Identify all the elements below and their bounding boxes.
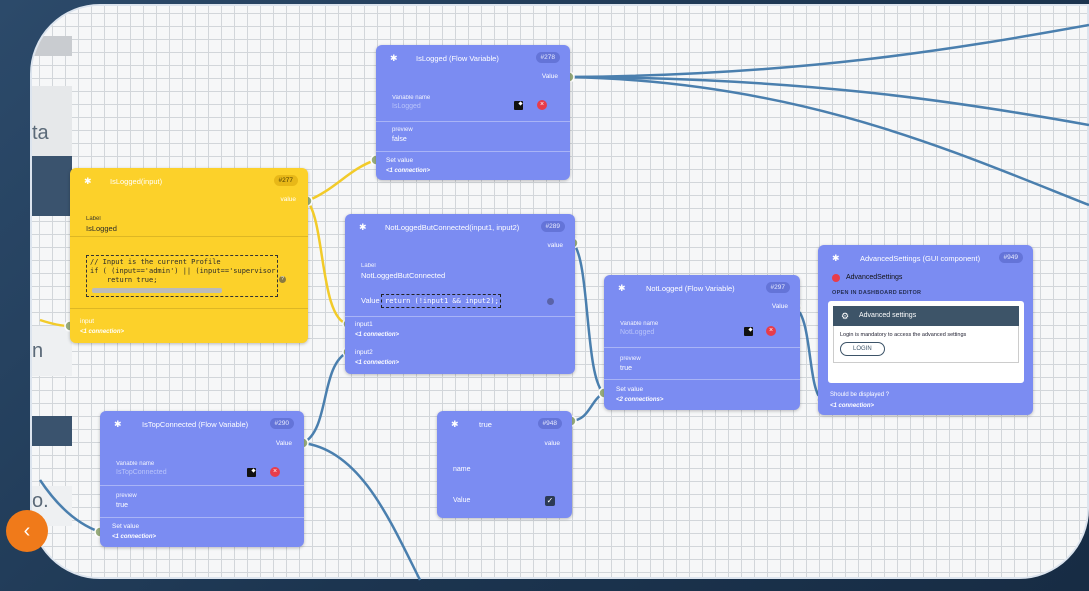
input-port-label: Set value: [112, 523, 140, 530]
preview-label: preview: [116, 493, 137, 499]
checkbox-checked-icon[interactable]: ✓: [545, 496, 555, 506]
background-text-fragment: n: [32, 340, 44, 362]
node-title: NotLoggedButConnected(input1, input2): [385, 223, 520, 232]
horizontal-scrollbar[interactable]: [92, 288, 222, 293]
edit-icon[interactable]: [514, 101, 523, 110]
node-id-badge: #290: [269, 418, 294, 429]
node-istopconnected-flow-variable[interactable]: ✱ IsTopConnected (Flow Variable) #290 Va…: [100, 411, 304, 547]
output-port-label: value: [544, 440, 560, 447]
output-port-label: value: [280, 196, 296, 203]
input2-port-label: input2: [355, 349, 373, 356]
node-title: AdvancedSettings (GUI component): [860, 254, 981, 263]
node-title: IsLogged(input): [110, 177, 163, 186]
background-text-fragment: ta: [32, 122, 49, 144]
help-icon[interactable]: ?: [279, 276, 286, 283]
label-label: Label: [361, 263, 376, 269]
node-notlogged-flow-variable[interactable]: ✱ NotLogged (Flow Variable) #297 Value V…: [604, 275, 800, 410]
preview-label: preview: [392, 127, 413, 133]
close-icon[interactable]: ×: [270, 467, 280, 477]
gear-icon: ✱: [359, 222, 367, 232]
node-notloggedbutconnected-script[interactable]: ✱ NotLoggedButConnected(input1, input2) …: [345, 214, 575, 374]
value-label: Value: [453, 497, 471, 504]
gear-icon: ✱: [451, 419, 459, 429]
preview-value: false: [392, 136, 407, 143]
input-port-label: Should be displayed ?: [830, 392, 890, 398]
help-icon[interactable]: [547, 298, 554, 305]
variable-name-label: Variable name: [116, 461, 155, 467]
gear-icon: ✱: [832, 253, 840, 263]
label-value: IsLogged: [86, 224, 117, 233]
login-button[interactable]: LOGIN: [840, 342, 885, 356]
name-label: name: [453, 466, 471, 473]
preview-label: preview: [620, 356, 641, 362]
preview-value: true: [116, 502, 129, 509]
input1-port-label: input1: [355, 321, 373, 328]
node-islogged-input-script[interactable]: ✱ IsLogged(input) #277 value Label IsLog…: [70, 168, 308, 343]
node-id-badge: #949: [998, 252, 1023, 263]
node-title: IsTopConnected (Flow Variable): [142, 420, 249, 429]
node-advancedsettings-gui-component[interactable]: ✱ AdvancedSettings (GUI component) #949 …: [818, 245, 1033, 415]
node-title: NotLogged (Flow Variable): [646, 284, 735, 293]
gear-icon: ✱: [84, 176, 92, 186]
component-name: AdvancedSettings: [846, 274, 903, 281]
input-port-label: Set value: [386, 157, 414, 164]
output-port-label: Value: [541, 73, 558, 80]
node-id-badge: #289: [540, 221, 565, 232]
node-id-badge: #297: [765, 282, 790, 293]
connection-count: <1 connection>: [386, 168, 431, 174]
variable-name-label: Variable name: [620, 321, 659, 327]
background-app-panel: ta n o.: [32, 36, 72, 577]
node-true-constant[interactable]: ✱ true #948 value name Value ✓: [437, 411, 572, 518]
variable-name-field[interactable]: IsLogged: [392, 103, 421, 110]
node-title: true: [479, 420, 492, 429]
gear-icon: ✱: [114, 419, 122, 429]
card-title: Advanced settings: [859, 312, 917, 319]
node-id-badge: #948: [537, 418, 562, 429]
node-islogged-flow-variable[interactable]: ✱ IsLogged (Flow Variable) #278 Value Va…: [376, 45, 570, 180]
code-editor[interactable]: return (!input1 && input2);: [381, 294, 501, 308]
output-port-label: value: [547, 242, 563, 249]
chevron-left-icon[interactable]: ‹: [6, 510, 48, 552]
connection-count: <1 connection>: [355, 360, 400, 366]
background-text-fragment: o.: [32, 490, 49, 512]
label-value: NotLoggedButConnected: [361, 271, 446, 280]
output-port-label: Value: [275, 440, 292, 447]
gear-icon: ✱: [390, 53, 398, 63]
connection-count: <1 connection>: [355, 332, 400, 338]
open-in-dashboard-editor-link[interactable]: OPEN IN DASHBOARD EDITOR: [832, 290, 921, 296]
connection-count: <1 connection>: [112, 534, 157, 540]
variable-name-label: Variable name: [392, 95, 431, 101]
variable-name-field[interactable]: IsTopConnected: [116, 469, 167, 476]
node-id-badge: #278: [535, 52, 560, 63]
variable-name-field[interactable]: NotLogged: [620, 329, 654, 336]
node-title: IsLogged (Flow Variable): [416, 54, 499, 63]
close-icon[interactable]: ×: [766, 326, 776, 336]
close-icon[interactable]: [832, 274, 840, 282]
connection-count: <2 connections>: [616, 397, 664, 403]
edit-icon[interactable]: [247, 468, 256, 477]
label-label: Label: [86, 216, 101, 222]
connection-count: <1 connection>: [80, 329, 125, 335]
value-label: Value: [361, 296, 380, 305]
input-port-label: Set value: [616, 386, 644, 393]
connection-count: <1 connection>: [830, 403, 875, 409]
output-port-label: Value: [771, 303, 788, 310]
gear-icon: ⚙: [841, 311, 850, 321]
card-message: Login is mandatory to access the advance…: [840, 332, 967, 338]
preview-value: true: [620, 365, 633, 372]
input-port-label: input: [80, 318, 95, 325]
gui-preview-card: ⚙ Advanced settings Login is mandatory t…: [828, 301, 1024, 383]
gear-icon: ✱: [618, 283, 626, 293]
node-id-badge: #277: [273, 175, 298, 186]
close-icon[interactable]: ×: [537, 100, 547, 110]
edit-icon[interactable]: [744, 327, 753, 336]
